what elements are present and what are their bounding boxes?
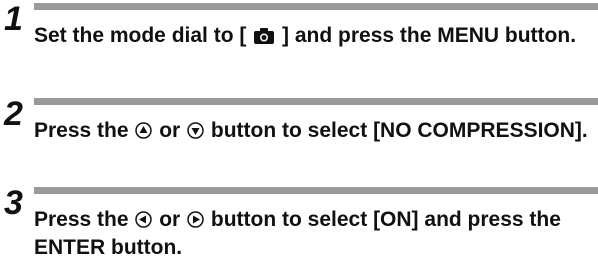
- step-text-middle: or: [153, 208, 187, 231]
- up-arrow-button-icon: [135, 122, 153, 139]
- step-divider-bar: [34, 3, 598, 10]
- step-divider-bar: [34, 187, 598, 194]
- step-number: 1: [4, 0, 23, 38]
- step-text-before: Press the: [34, 119, 135, 142]
- step-text-before: Set the mode dial to [: [34, 24, 253, 47]
- step-text-after: button to select [NO COMPRESSION].: [205, 119, 588, 142]
- down-arrow-button-icon: [187, 122, 204, 139]
- step-text-before: Press the: [34, 208, 135, 231]
- step-number: 3: [4, 184, 23, 222]
- step-instruction: Press the or button to select [ON] and p…: [34, 206, 590, 262]
- step-instruction: Press the or button to select [NO COMPRE…: [34, 117, 590, 145]
- step-divider-bar: [34, 98, 598, 105]
- step-text-middle: or: [153, 119, 187, 142]
- step-instruction: Set the mode dial to [ ] and press the M…: [34, 22, 590, 50]
- step-number: 2: [4, 95, 23, 133]
- camera-icon: [254, 28, 275, 44]
- left-arrow-button-icon: [135, 211, 153, 228]
- step-text-after: ] and press the MENU button.: [276, 24, 577, 47]
- right-arrow-button-icon: [187, 211, 204, 228]
